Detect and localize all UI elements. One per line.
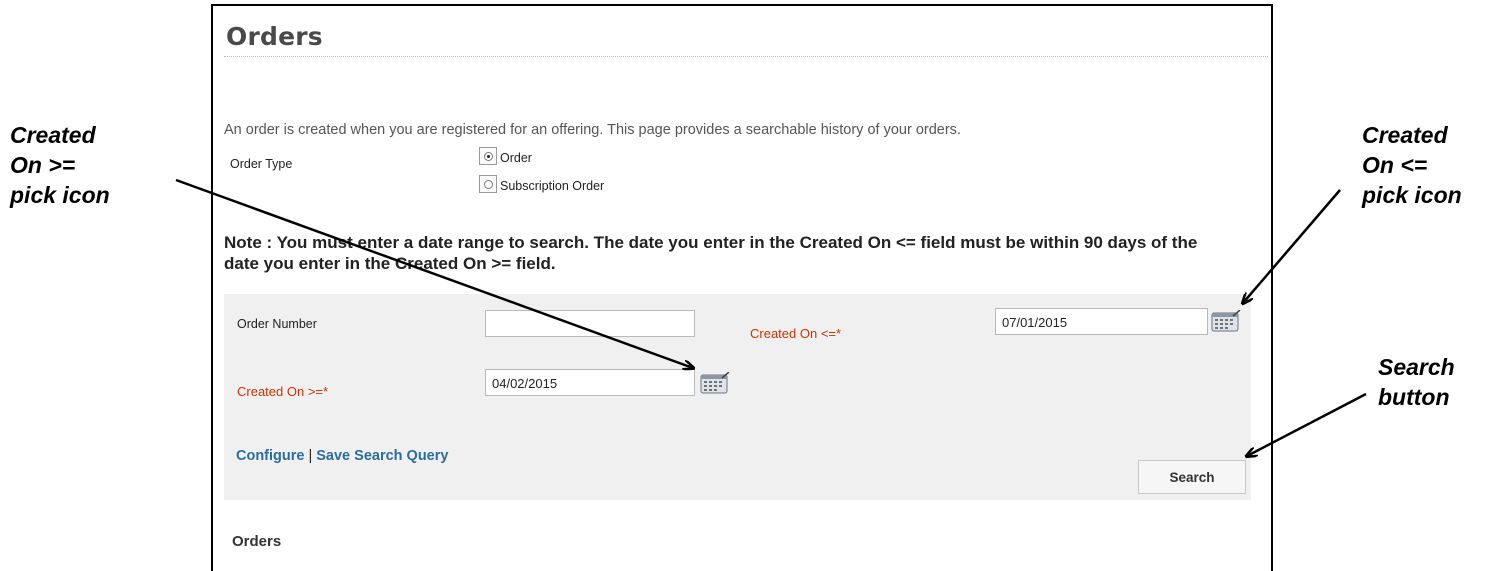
arrow-to-ge-calendar [175,178,693,368]
annotation-arrows [175,178,1367,565]
arrow-to-search-button [1247,392,1367,456]
arrow-to-le-calendar [1243,189,1341,303]
